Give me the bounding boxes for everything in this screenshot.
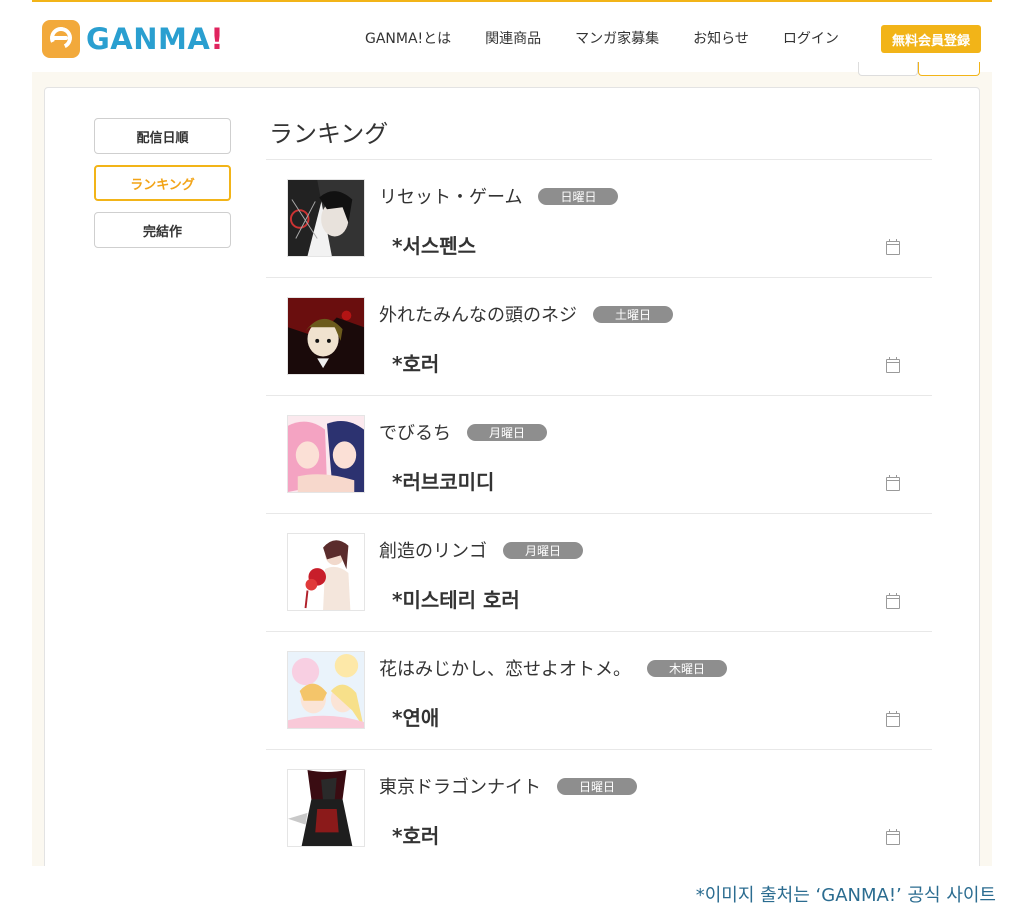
manga-thumbnail[interactable] xyxy=(287,297,365,375)
list-item[interactable]: 外れたみんなの頭のネジ 土曜日 *호러 xyxy=(266,278,932,396)
calendar-icon[interactable] xyxy=(886,711,900,727)
weekday-badge: 土曜日 xyxy=(593,305,674,323)
pink-blue-manga-cover-image xyxy=(288,416,364,492)
manga-thumbnail[interactable] xyxy=(287,651,365,729)
pastel-manga-cover-image xyxy=(288,652,364,728)
nav-news[interactable]: お知らせ xyxy=(693,28,749,48)
row-title-group: 花はみじかし、恋せよオトメ。 木曜日 xyxy=(379,655,728,681)
site-header: GANMA! GANMA!とは 関連商品 マンガ家募集 お知らせ ログイン 無料… xyxy=(32,0,992,72)
calendar-icon[interactable] xyxy=(886,239,900,255)
row-title-group: 創造のリンゴ 月曜日 xyxy=(379,537,584,563)
weekday-badge: 月曜日 xyxy=(467,423,548,441)
calendar-icon[interactable] xyxy=(886,357,900,373)
genre-label: *호러 xyxy=(392,824,440,848)
red-dark-manga-cover-image xyxy=(288,298,364,374)
red-flower-manga-cover-image xyxy=(288,534,364,610)
logo-text: GANMA! xyxy=(86,22,225,56)
genre-label: *호러 xyxy=(392,352,440,376)
manga-thumbnail[interactable] xyxy=(287,533,365,611)
weekday-badge: 日曜日 xyxy=(557,777,638,795)
sidebar-item-completed[interactable]: 完結作 xyxy=(94,212,231,248)
manga-title[interactable]: リセット・ゲーム xyxy=(379,183,522,209)
app-frame: GANMA! GANMA!とは 関連商品 マンガ家募集 お知らせ ログイン 無料… xyxy=(32,0,992,866)
ranking-list: リセット・ゲーム 日曜日 *서스펜스 外れたみんなの頭のネジ 土曜日 *호러 で… xyxy=(266,160,932,866)
sidebar: 配信日順 ランキング 完結作 xyxy=(94,118,231,259)
manga-thumbnail[interactable] xyxy=(287,415,365,493)
list-item[interactable]: リセット・ゲーム 日曜日 *서스펜스 xyxy=(266,160,932,278)
calendar-icon[interactable] xyxy=(886,829,900,845)
row-title-group: 外れたみんなの頭のネジ 土曜日 xyxy=(379,301,674,327)
nav-recruit[interactable]: マンガ家募集 xyxy=(575,28,659,48)
row-title-group: でびるち 月曜日 xyxy=(379,419,548,445)
row-title-group: 東京ドラゴンナイト 日曜日 xyxy=(379,773,638,799)
calendar-icon[interactable] xyxy=(886,593,900,609)
genre-label: *연애 xyxy=(392,706,440,730)
weekday-badge: 木曜日 xyxy=(647,659,728,677)
calendar-icon[interactable] xyxy=(886,475,900,491)
manga-title[interactable]: でびるち xyxy=(379,419,451,445)
genre-label: *서스펜스 xyxy=(392,234,477,258)
list-item[interactable]: でびるち 月曜日 *러브코미디 xyxy=(266,396,932,514)
dark-red-manga-cover-image xyxy=(288,770,364,846)
manga-title[interactable]: 東京ドラゴンナイト xyxy=(379,773,541,799)
sidebar-item-ranking[interactable]: ランキング xyxy=(94,165,231,201)
ranking-main: ランキング リセット・ゲーム 日曜日 *서스펜스 外れたみんなの頭のネジ 土曜日… xyxy=(266,114,932,866)
weekday-badge: 月曜日 xyxy=(503,541,584,559)
weekday-badge: 日曜日 xyxy=(538,187,619,205)
row-title-group: リセット・ゲーム 日曜日 xyxy=(379,183,619,209)
signup-button[interactable]: 無料会員登録 xyxy=(881,25,981,53)
logo-bang: ! xyxy=(210,22,225,56)
nav-products[interactable]: 関連商品 xyxy=(485,28,541,48)
image-source-note: *이미지 출처는 ‘GANMA!’ 공식 사이트 xyxy=(695,885,996,906)
list-item[interactable]: 創造のリンゴ 月曜日 *미스테리 호러 xyxy=(266,514,932,632)
sidebar-item-release-date[interactable]: 配信日順 xyxy=(94,118,231,154)
nav-login[interactable]: ログイン xyxy=(783,28,839,48)
logo-mark-icon xyxy=(42,20,80,58)
genre-label: *미스테리 호러 xyxy=(392,588,520,612)
tab-peek-left xyxy=(858,62,918,76)
manga-title[interactable]: 花はみじかし、恋せよオトメ。 xyxy=(379,655,631,681)
manga-thumbnail[interactable] xyxy=(287,179,365,257)
list-item[interactable]: 花はみじかし、恋せよオトメ。 木曜日 *연애 xyxy=(266,632,932,750)
genre-label: *러브코미디 xyxy=(392,470,495,494)
dark-manga-cover-image xyxy=(288,180,364,256)
main-nav: GANMA!とは 関連商品 マンガ家募集 お知らせ ログイン xyxy=(365,28,873,48)
tab-peek-right xyxy=(918,62,980,76)
manga-title[interactable]: 外れたみんなの頭のネジ xyxy=(379,301,577,327)
manga-title[interactable]: 創造のリンゴ xyxy=(379,537,487,563)
logo[interactable]: GANMA! xyxy=(42,20,224,58)
page-title: ランキング xyxy=(266,114,932,160)
list-item[interactable]: 東京ドラゴンナイト 日曜日 *호러 xyxy=(266,750,932,866)
manga-thumbnail[interactable] xyxy=(287,769,365,847)
content-panel: 配信日順 ランキング 完結作 ランキング リセット・ゲーム 日曜日 *서스펜스 … xyxy=(44,87,980,866)
nav-about[interactable]: GANMA!とは xyxy=(365,28,451,48)
